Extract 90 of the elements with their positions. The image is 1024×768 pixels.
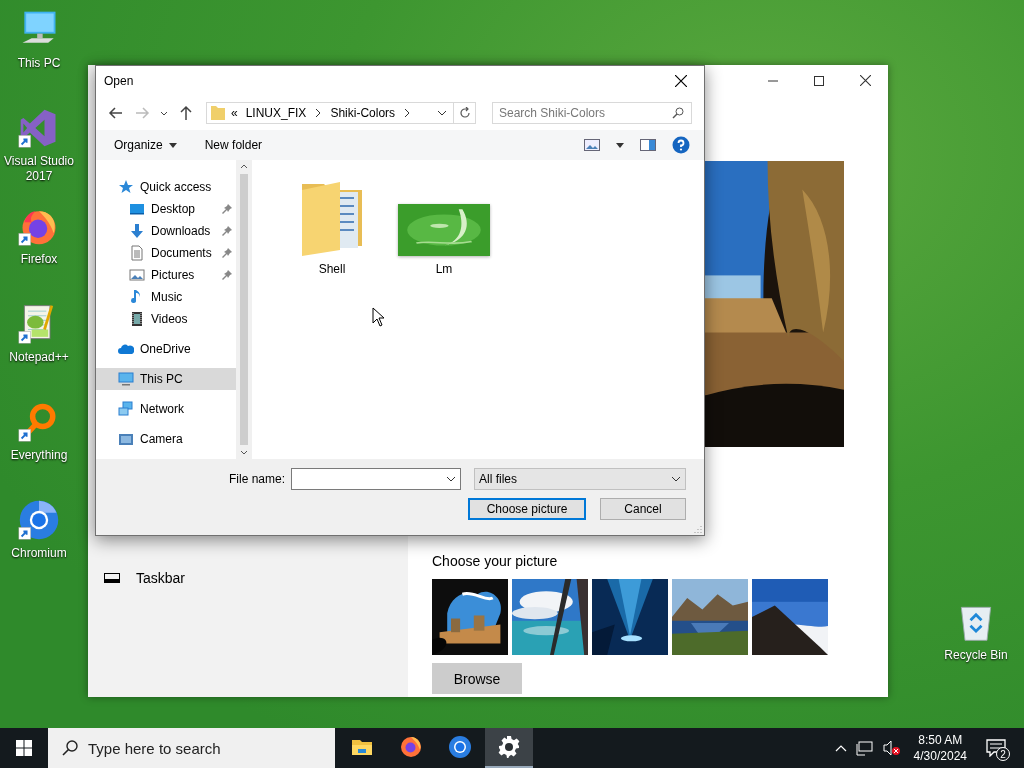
navigation-item[interactable]: Downloads — [96, 220, 236, 242]
help-button[interactable] — [670, 134, 692, 156]
desktop-icon[interactable]: Visual Studio 2017 — [1, 106, 77, 191]
navigation-item[interactable]: This PC — [96, 368, 236, 390]
file-item[interactable]: Shell — [286, 176, 378, 276]
desktop-icon[interactable]: This PC — [1, 8, 77, 93]
view-menu-button[interactable] — [614, 140, 626, 150]
chevron-right-icon — [314, 108, 323, 118]
volume-button[interactable] — [882, 740, 901, 756]
navigation-item[interactable]: OneDrive — [96, 338, 236, 360]
navigation-item[interactable]: Music — [96, 286, 236, 308]
image-icon — [584, 139, 600, 151]
breadcrumb-item[interactable]: Shiki-Colors — [328, 106, 398, 120]
folder-icon — [211, 105, 225, 121]
show-hidden-icons-button[interactable] — [834, 744, 847, 752]
network-icon — [118, 401, 134, 417]
desktop-icon[interactable]: Chromium — [1, 498, 77, 583]
refresh-icon — [458, 107, 471, 119]
panel-icon — [640, 139, 656, 151]
forward-arrow-icon — [134, 105, 150, 121]
file-type-dropdown[interactable]: All files — [474, 468, 686, 490]
chromium-icon — [448, 735, 472, 759]
desktop-icon[interactable]: Everything — [1, 400, 77, 485]
cursor-icon — [372, 307, 385, 327]
caret-icon — [168, 142, 177, 148]
help-icon — [672, 136, 690, 154]
speaker-icon — [882, 740, 901, 756]
document-icon — [129, 245, 145, 261]
navigation-item[interactable]: Documents — [96, 242, 236, 264]
navigation-item[interactable]: Pictures — [96, 264, 236, 286]
navigation-item[interactable]: Videos — [96, 308, 236, 330]
toolbar-button[interactable]: Organize — [106, 135, 185, 155]
taskbar-icon — [104, 573, 120, 583]
up-arrow-icon — [178, 105, 194, 121]
star-icon — [118, 179, 134, 195]
view-button[interactable] — [582, 137, 602, 153]
scrollbar[interactable] — [236, 160, 252, 459]
chevron-down-icon — [160, 110, 168, 116]
monitor-icon — [118, 371, 134, 387]
windows-logo-icon — [16, 740, 32, 756]
dialog-button[interactable]: Cancel — [600, 498, 686, 520]
desktop-icon[interactable]: Recycle Bin — [938, 600, 1014, 685]
image-icon — [129, 267, 145, 283]
chevron-down-icon — [437, 110, 447, 116]
close-icon — [859, 75, 871, 86]
down-arrow-icon — [129, 223, 145, 239]
field-label: File name: — [227, 472, 285, 486]
back-arrow-icon — [108, 105, 124, 121]
search-field[interactable]: Search Shiki-Colors — [492, 102, 692, 124]
close-icon — [675, 75, 687, 87]
notifications-button[interactable]: 2 — [976, 728, 1016, 768]
search-icon — [672, 107, 684, 119]
chevron-down-icon — [671, 476, 681, 482]
gear-icon — [497, 735, 521, 759]
chevron-right-icon — [403, 108, 412, 118]
toolbar-button[interactable]: New folder — [196, 135, 271, 155]
dialog-button[interactable]: Choose picture — [468, 498, 586, 520]
network-button[interactable] — [855, 740, 874, 756]
file-name-field[interactable] — [291, 468, 461, 490]
navigation-item[interactable]: Network — [96, 398, 236, 420]
caret-icon — [616, 142, 624, 148]
desktop-icon[interactable]: Firefox — [1, 204, 77, 289]
folder-icon — [118, 431, 134, 447]
sidebar-item[interactable]: Taskbar — [88, 567, 408, 589]
clock[interactable]: 8:50 AM 4/30/2024 — [913, 732, 967, 764]
search-field[interactable]: Type here to search — [48, 728, 335, 768]
address-bar[interactable]: « LINUX_FIX Shiki-Colors — [206, 102, 476, 124]
file-item[interactable]: Lm — [398, 176, 490, 276]
notification-count: 2 — [996, 747, 1010, 761]
search-icon — [62, 740, 78, 756]
dialog-title: Open — [104, 74, 134, 88]
resize-grip-icon — [694, 525, 702, 533]
maximize-icon — [814, 75, 824, 86]
monitor-icon — [129, 201, 145, 217]
film-icon — [129, 311, 145, 327]
navigation-item[interactable]: Quick access — [96, 176, 236, 198]
browse-button[interactable]: Browse — [432, 663, 522, 694]
taskbar-app[interactable] — [485, 728, 533, 768]
network-icon — [855, 740, 874, 756]
section-heading: Choose your picture — [432, 553, 559, 570]
desktop-icon[interactable]: Notepad++ — [1, 302, 77, 387]
navigation-item[interactable]: Camera — [96, 428, 236, 450]
chevron-up-icon — [834, 744, 847, 752]
overflow-chevron[interactable]: « — [231, 106, 238, 120]
chevron-down-icon — [446, 476, 456, 482]
message-icon — [986, 739, 1006, 757]
preview-pane-button[interactable] — [638, 137, 658, 153]
fox-globe-icon — [399, 735, 423, 759]
breadcrumb-item[interactable]: LINUX_FIX — [243, 106, 309, 120]
navigation-item[interactable]: Desktop — [96, 198, 236, 220]
